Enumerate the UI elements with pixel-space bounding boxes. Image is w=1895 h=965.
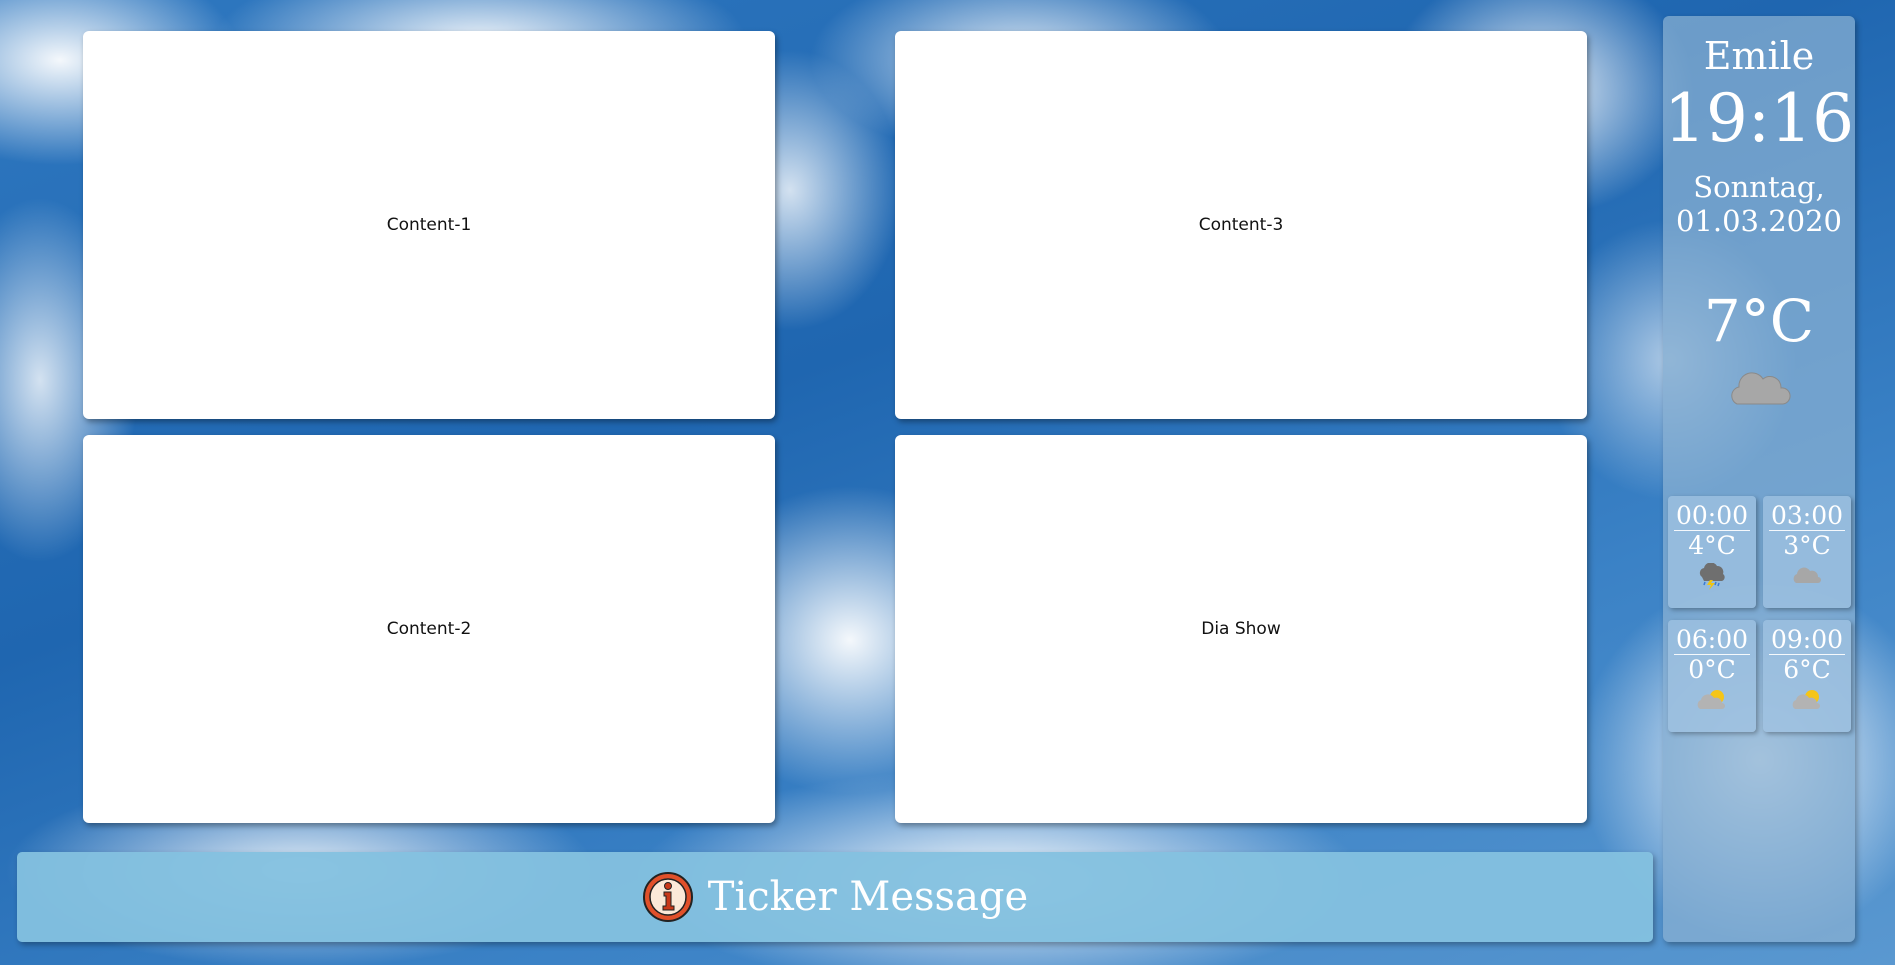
panel-label: Content-3: [1198, 215, 1284, 235]
info-icon: [642, 872, 693, 922]
ticker-bar: Ticker Message: [17, 852, 1653, 942]
panel-label: Content-2: [386, 619, 472, 639]
info-sidebar: Emile 19:16 Sonntag, 01.03.2020 7°C 00:0…: [1663, 16, 1855, 942]
cloud-icon: [1731, 372, 1791, 405]
content-panel-1[interactable]: Content-1: [83, 31, 775, 419]
forecast-temp: 3°C: [1783, 531, 1831, 560]
cloud-icon: [1793, 567, 1821, 583]
forecast-temp: 6°C: [1783, 655, 1831, 684]
forecast-slot: 06:00 0°C: [1668, 620, 1756, 732]
weekday: Sonntag,: [1693, 170, 1825, 204]
partly-cloudy-icon: [1792, 690, 1820, 709]
forecast-slot: 00:00 4°C: [1668, 496, 1756, 608]
forecast-slot: 03:00 3°C: [1763, 496, 1851, 608]
partly-cloudy-icon: [1697, 690, 1725, 709]
current-temperature: 7°C: [1703, 287, 1815, 355]
forecast-time: 06:00: [1674, 620, 1750, 655]
panel-label: Dia Show: [1201, 619, 1281, 639]
forecast-time: 03:00: [1769, 496, 1845, 531]
dia-show-panel[interactable]: Dia Show: [895, 435, 1587, 823]
date-display: Sonntag, 01.03.2020: [1663, 170, 1855, 238]
clock: 19:16: [1663, 80, 1855, 157]
panel-label: Content-1: [386, 215, 472, 235]
user-name: Emile: [1703, 34, 1815, 78]
ticker-message: Ticker Message: [707, 874, 1029, 920]
thunderstorm-icon: [1699, 563, 1725, 590]
forecast-temp: 4°C: [1688, 531, 1736, 560]
content-panel-2[interactable]: Content-2: [83, 435, 775, 823]
date: 01.03.2020: [1675, 204, 1843, 238]
content-panel-3[interactable]: Content-3: [895, 31, 1587, 419]
forecast-temp: 0°C: [1688, 655, 1736, 684]
forecast-time: 09:00: [1769, 620, 1845, 655]
forecast-time: 00:00: [1674, 496, 1750, 531]
forecast-slot: 09:00 6°C: [1763, 620, 1851, 732]
